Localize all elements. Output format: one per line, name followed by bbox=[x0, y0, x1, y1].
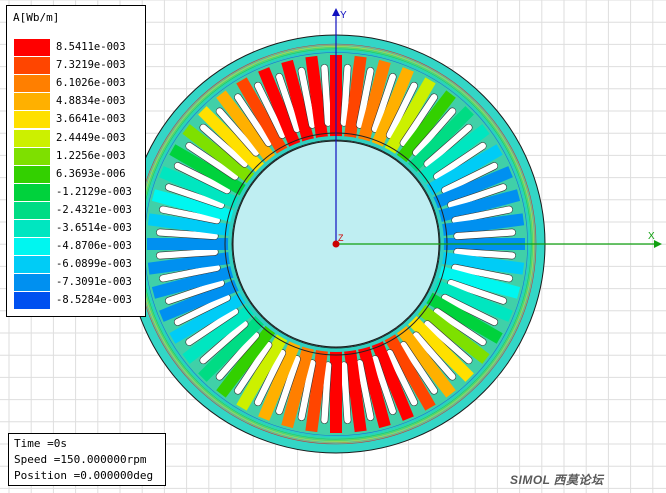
y-axis-label: Y bbox=[340, 10, 347, 21]
legend-swatch bbox=[14, 256, 50, 274]
legend-value: -1.2129e-003 bbox=[56, 185, 132, 198]
solution-info-box: Time =0s Speed =150.000000rpm Position =… bbox=[8, 433, 166, 486]
legend-value: -6.0899e-003 bbox=[56, 258, 132, 271]
legend-entry: 6.3693e-006 bbox=[14, 165, 142, 183]
time-readout: Time =0s bbox=[14, 437, 67, 450]
legend-entry: 6.1026e-003 bbox=[14, 75, 142, 93]
legend-entry: -4.8706e-003 bbox=[14, 238, 142, 256]
site-watermark: SIMOL 西莫论坛 bbox=[510, 471, 604, 488]
legend-value: 6.1026e-003 bbox=[56, 77, 126, 90]
legend-entry: 3.6641e-003 bbox=[14, 111, 142, 129]
legend-swatch bbox=[14, 220, 50, 237]
legend-swatch bbox=[14, 274, 50, 292]
legend-swatch bbox=[14, 39, 50, 56]
legend-entry: -6.0899e-003 bbox=[14, 256, 142, 274]
y-axis-arrow bbox=[332, 8, 340, 16]
legend-swatch bbox=[14, 75, 50, 93]
z-axis-label: Z bbox=[338, 233, 344, 243]
legend-swatch bbox=[14, 147, 50, 165]
legend-value: -8.5284e-003 bbox=[56, 294, 132, 307]
legend-title: A[Wb/m] bbox=[13, 11, 60, 24]
legend-entry: 7.3219e-003 bbox=[14, 57, 142, 75]
x-axis-label: X bbox=[648, 231, 655, 242]
position-readout: Position =0.000000deg bbox=[14, 469, 154, 482]
legend-value: 7.3219e-003 bbox=[56, 59, 126, 72]
color-legend[interactable]: A[Wb/m] 8.5411e-003 7.3219e-003 6.1026e-00… bbox=[6, 5, 146, 317]
legend-swatch bbox=[14, 201, 50, 219]
legend-swatch bbox=[14, 129, 50, 147]
legend-entry: -2.4321e-003 bbox=[14, 201, 142, 219]
legend-swatch bbox=[14, 238, 50, 256]
x-axis-arrow bbox=[654, 240, 662, 248]
legend-entry: 1.2256e-003 bbox=[14, 147, 142, 165]
legend-value: 4.8834e-003 bbox=[56, 95, 126, 108]
legend-swatch bbox=[14, 93, 50, 111]
legend-value: -4.8706e-003 bbox=[56, 240, 132, 253]
legend-swatch bbox=[14, 183, 50, 201]
legend-value: 2.4449e-003 bbox=[56, 131, 126, 144]
legend-entry: 2.4449e-003 bbox=[14, 129, 142, 147]
legend-entry: -3.6514e-003 bbox=[14, 220, 142, 237]
legend-value: 6.3693e-006 bbox=[56, 167, 126, 180]
legend-entry: 4.8834e-003 bbox=[14, 93, 142, 111]
legend-swatch bbox=[14, 57, 50, 75]
legend-swatch bbox=[14, 292, 50, 310]
legend-value: 8.5411e-003 bbox=[56, 41, 126, 53]
watermark-latin: SIMOL bbox=[510, 473, 551, 487]
legend-value: -3.6514e-003 bbox=[56, 222, 132, 234]
legend-swatch bbox=[14, 165, 50, 183]
legend-entry: 8.5411e-003 bbox=[14, 39, 142, 56]
legend-value: 3.6641e-003 bbox=[56, 113, 126, 126]
watermark-cjk: 西莫论坛 bbox=[553, 473, 604, 487]
legend-value: 1.2256e-003 bbox=[56, 149, 126, 162]
speed-readout: Speed =150.000000rpm bbox=[14, 453, 147, 466]
legend-value: -2.4321e-003 bbox=[56, 203, 132, 216]
legend-swatch bbox=[14, 111, 50, 129]
legend-entry: -7.3091e-003 bbox=[14, 274, 142, 292]
legend-entry: -1.2129e-003 bbox=[14, 183, 142, 201]
legend-value: -7.3091e-003 bbox=[56, 276, 132, 289]
legend-entry: -8.5284e-003 bbox=[14, 292, 142, 310]
